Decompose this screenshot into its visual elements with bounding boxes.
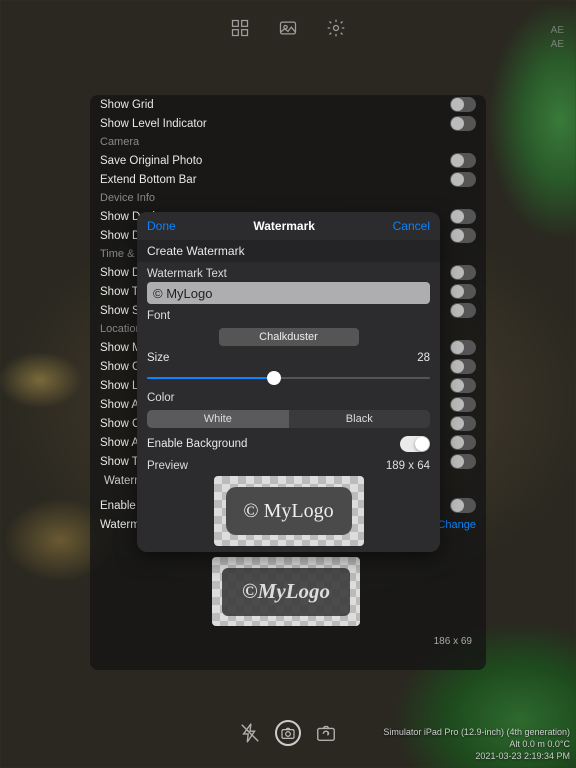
settings-row[interactable]: Save Original Photo: [90, 151, 486, 170]
settings-toggle[interactable]: [450, 498, 476, 513]
settings-toggle[interactable]: [450, 378, 476, 393]
settings-toggle[interactable]: [450, 172, 476, 187]
watermark-text-input[interactable]: © MyLogo: [147, 282, 430, 304]
settings-toggle[interactable]: [450, 435, 476, 450]
settings-toggle[interactable]: [450, 303, 476, 318]
font-label: Font: [137, 304, 440, 324]
device-info-overlay: Simulator iPad Pro (12.9-inch) (4th gene…: [383, 726, 570, 762]
settings-row[interactable]: Show Grid: [90, 95, 486, 114]
size-slider[interactable]: [147, 370, 430, 386]
shutter-button[interactable]: [275, 720, 301, 746]
color-option-black[interactable]: Black: [289, 410, 431, 428]
font-select-button[interactable]: Chalkduster: [219, 328, 359, 346]
color-option-white[interactable]: White: [147, 410, 289, 428]
section-header: Device Info: [90, 189, 486, 207]
enable-background-label: Enable Background: [147, 438, 247, 450]
settings-row[interactable]: Show Level Indicator: [90, 114, 486, 133]
settings-row-label: Save Original Photo: [100, 155, 202, 167]
modal-header: Done Watermark Cancel: [137, 212, 440, 240]
preview-label: Preview: [147, 460, 188, 472]
color-segmented-control[interactable]: White Black: [147, 410, 430, 428]
watermark-modal: Done Watermark Cancel Create Watermark W…: [137, 212, 440, 552]
settings-toggle[interactable]: [450, 153, 476, 168]
settings-row-label: Show Grid: [100, 99, 154, 111]
settings-row-label: Show Level Indicator: [100, 118, 207, 130]
done-button[interactable]: Done: [147, 219, 176, 233]
watermark-text-label: Watermark Text: [137, 262, 440, 282]
flash-icon[interactable]: [239, 722, 261, 744]
size-label: Size: [147, 352, 169, 364]
modal-title: Watermark: [253, 219, 315, 233]
change-link[interactable]: Change: [437, 519, 476, 531]
panel-watermark-box: ©MyLogo: [222, 568, 350, 616]
preview-dimensions: 189 x 64: [386, 460, 430, 472]
enable-background-toggle[interactable]: [400, 436, 430, 452]
color-label: Color: [137, 386, 440, 406]
settings-toggle[interactable]: [450, 265, 476, 280]
size-value: 28: [417, 352, 430, 364]
grid-icon[interactable]: [230, 18, 250, 38]
image-icon[interactable]: [278, 18, 298, 38]
settings-toggle[interactable]: [450, 397, 476, 412]
settings-toggle[interactable]: [450, 454, 476, 469]
settings-toggle[interactable]: [450, 416, 476, 431]
cancel-button[interactable]: Cancel: [393, 219, 430, 233]
settings-row[interactable]: Extend Bottom Bar: [90, 170, 486, 189]
settings-toggle[interactable]: [450, 340, 476, 355]
panel-preview-dimensions: 186 x 69: [434, 636, 472, 647]
settings-toggle[interactable]: [450, 284, 476, 299]
settings-toggle[interactable]: [450, 116, 476, 131]
switch-camera-icon[interactable]: [315, 722, 337, 744]
settings-toggle[interactable]: [450, 209, 476, 224]
section-header: Camera: [90, 133, 486, 151]
settings-toggle[interactable]: [450, 97, 476, 112]
settings-toggle[interactable]: [450, 228, 476, 243]
modal-subtitle: Create Watermark: [137, 240, 440, 262]
modal-watermark-box: © MyLogo: [226, 487, 352, 535]
top-toolbar: [0, 18, 576, 42]
settings-toggle[interactable]: [450, 359, 476, 374]
modal-watermark-preview: © MyLogo: [214, 476, 364, 546]
settings-row-label: Extend Bottom Bar: [100, 174, 197, 186]
gear-icon[interactable]: [326, 18, 346, 38]
panel-watermark-preview: ©MyLogo: [212, 557, 360, 626]
